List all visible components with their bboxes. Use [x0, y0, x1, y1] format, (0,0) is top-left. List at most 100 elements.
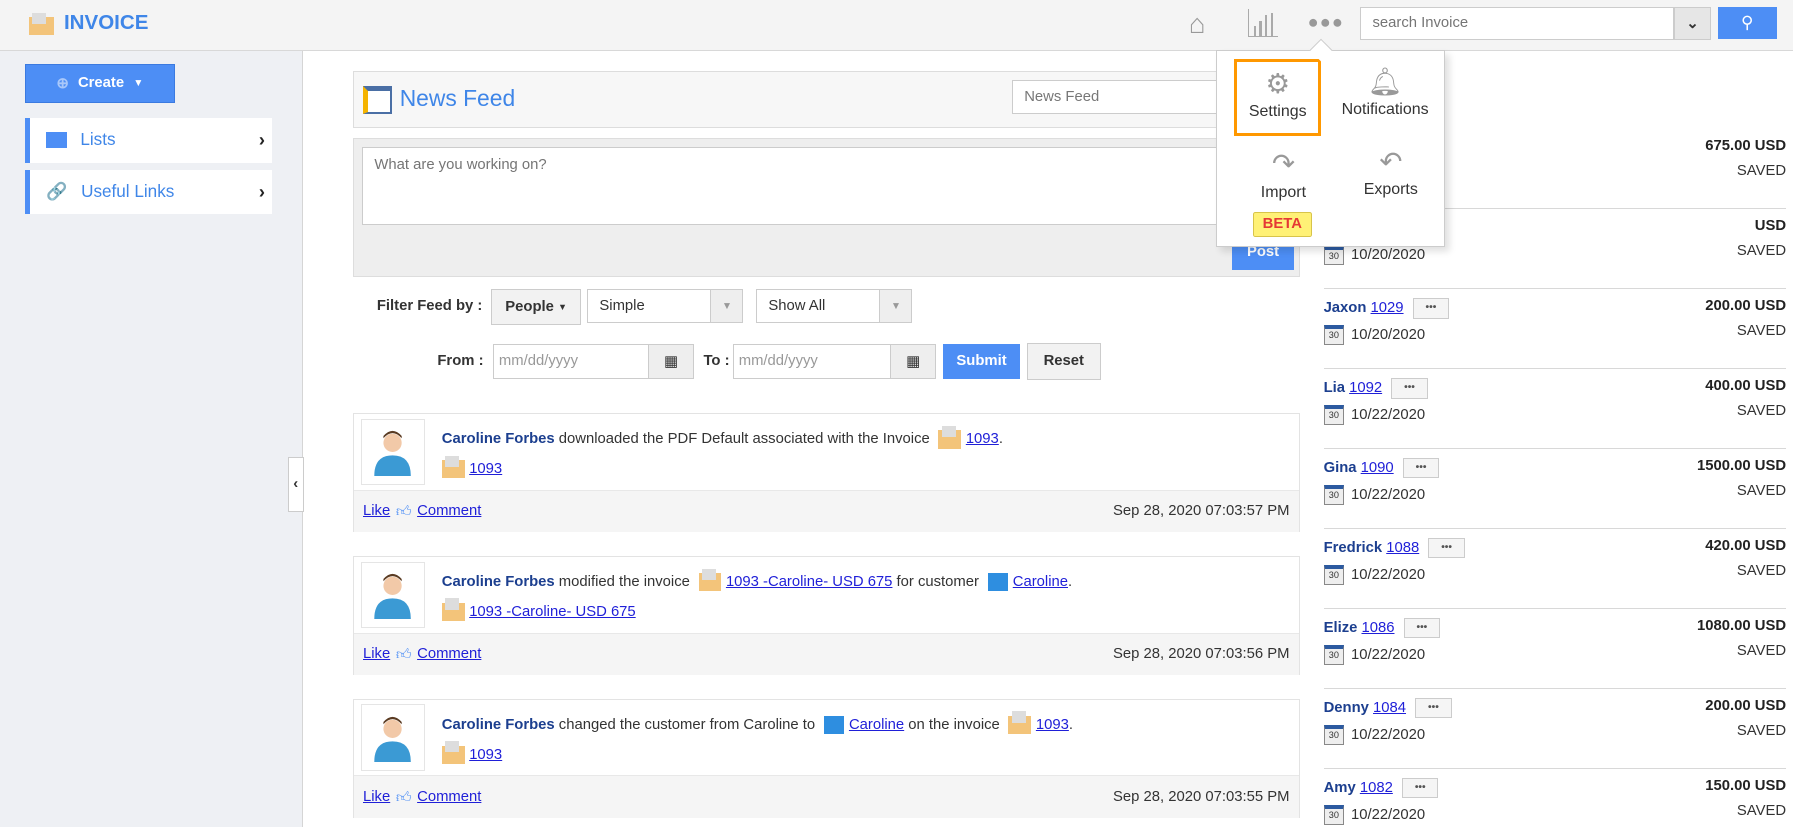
feed-sub-link[interactable]: 1093 — [469, 747, 502, 763]
invoice-number-link[interactable]: 1029 — [1371, 300, 1404, 316]
search-input[interactable] — [1361, 7, 1624, 39]
invoice-row[interactable]: Elize 1086 ••• 30 10/22/2020 1080.00 USD S… — [1323, 609, 1787, 689]
import-arrow-icon: ↷ — [1271, 147, 1295, 179]
collapse-sidebar-button[interactable]: ‹ — [287, 456, 304, 512]
calendar-icon: 30 — [1323, 725, 1345, 745]
invoice-number-link[interactable]: 1082 — [1360, 780, 1393, 796]
feed-sub-link[interactable]: 1093 — [469, 461, 502, 477]
search-dropdown-button[interactable]: ⌄ — [1674, 6, 1711, 40]
invoice-number-link[interactable]: 1092 — [1349, 380, 1382, 396]
notifications-label: Notifications — [1341, 101, 1429, 119]
comment-link[interactable]: Comment — [417, 646, 481, 662]
invoice-status: SAVED — [1736, 562, 1787, 579]
type-select-value: Simple — [599, 298, 645, 315]
feed-link[interactable]: 1093 — [966, 431, 999, 447]
invoice-row[interactable]: Lia 1092 ••• 30 10/22/2020 400.00 USD SAVE… — [1323, 369, 1787, 449]
invoice-actions-button[interactable]: ••• — [1401, 777, 1439, 799]
calendar-icon[interactable]: ▦ — [889, 344, 936, 379]
invoice-icon — [441, 598, 465, 622]
exports-label: Exports — [1363, 181, 1418, 199]
sidebar-item-label: Lists — [80, 130, 116, 150]
people-filter-button[interactable]: People ▼ — [491, 288, 582, 326]
from-date-placeholder: mm/dd/yyyy — [498, 353, 578, 370]
feed-user-name[interactable]: Caroline Forbes — [442, 717, 555, 733]
feed-text: on the invoice — [904, 716, 1004, 733]
feed-link[interactable]: 1093 -Caroline- USD 675 — [726, 574, 893, 590]
invoice-amount: 400.00 USD — [1705, 377, 1787, 394]
feed-sub-link[interactable]: 1093 -Caroline- USD 675 — [469, 604, 636, 620]
type-select[interactable]: Simple ▼ — [586, 288, 744, 324]
invoice-actions-button[interactable]: ••• — [1391, 377, 1428, 399]
invoice-amount: 1500.00 USD — [1697, 457, 1787, 474]
invoice-row[interactable]: Jaxon 1029 ••• 30 10/20/2020 200.00 USD SA… — [1323, 289, 1787, 369]
submit-button[interactable]: Submit — [943, 343, 1020, 380]
invoice-amount: USD — [1754, 218, 1787, 235]
import-menu-item[interactable]: ↷ Import — [1240, 145, 1327, 202]
invoice-customer: Jaxon — [1323, 300, 1367, 317]
feed-link[interactable]: Caroline — [1013, 574, 1068, 590]
invoice-status: SAVED — [1736, 163, 1787, 180]
feed-link[interactable]: 1093 — [1036, 717, 1069, 733]
comment-link[interactable]: Comment — [417, 503, 481, 519]
invoice-customer: Denny — [1323, 699, 1369, 716]
notifications-menu-item[interactable]: 🔔︎ Notifications — [1336, 63, 1434, 120]
search-button[interactable]: ⚲ — [1717, 6, 1777, 39]
more-menu-popup: ⚙ Settings 🔔︎ Notifications ↷ Import BETA ↶… — [1216, 50, 1445, 247]
calendar-icon[interactable]: ▦ — [647, 344, 694, 379]
feed-user-name[interactable]: Caroline Forbes — [442, 574, 555, 590]
invoice-actions-button[interactable]: ••• — [1415, 697, 1452, 719]
chart-icon[interactable] — [1248, 9, 1278, 37]
invoice-row[interactable]: Amy 1082 ••• 30 10/22/2020 150.00 USD SAVE… — [1323, 769, 1786, 827]
reset-button[interactable]: Reset — [1026, 342, 1101, 381]
invoice-number-link[interactable]: 1086 — [1361, 620, 1394, 636]
feed-text: modified the invoice — [554, 574, 694, 591]
invoice-logo-icon — [28, 10, 56, 36]
invoice-row[interactable]: Fredrick 1088 ••• 30 10/22/2020 420.00 USD… — [1323, 529, 1787, 609]
comment-link[interactable]: Comment — [417, 789, 481, 805]
home-icon[interactable]: ⌂ — [1189, 8, 1206, 40]
to-date-input[interactable]: mm/dd/yyyy ▦ — [733, 343, 937, 380]
invoice-row[interactable]: Gina 1090 ••• 30 10/22/2020 1500.00 USD SA… — [1323, 449, 1787, 529]
calendar-icon: 30 — [1323, 805, 1345, 825]
customer-icon — [823, 715, 845, 735]
invoice-date: 10/20/2020 — [1350, 247, 1426, 264]
create-button[interactable]: ⊕ Create ▼ — [25, 63, 175, 103]
show-select[interactable]: Show All ▼ — [756, 288, 913, 324]
like-link[interactable]: Like — [363, 503, 390, 519]
like-link[interactable]: Like — [363, 646, 390, 662]
feed-view-select[interactable]: News Feed — [1011, 79, 1229, 115]
feed-link[interactable]: Caroline — [849, 717, 904, 733]
feed-user-name[interactable]: Caroline Forbes — [442, 431, 555, 447]
news-feed-icon — [363, 85, 392, 115]
invoice-actions-button[interactable]: ••• — [1412, 298, 1450, 319]
invoice-number-link[interactable]: 1088 — [1386, 540, 1419, 556]
invoice-status: SAVED — [1736, 483, 1787, 500]
like-link[interactable]: Like — [363, 789, 390, 805]
exports-menu-item[interactable]: ↶ Exports — [1347, 143, 1434, 200]
settings-menu-item[interactable]: ⚙ Settings — [1234, 59, 1322, 136]
caret-down-icon: ▼ — [558, 302, 568, 313]
caret-down-icon: ▼ — [133, 77, 144, 89]
invoice-customer: Gina — [1323, 460, 1357, 477]
invoice-date: 10/22/2020 — [1350, 566, 1426, 583]
sidebar-item-lists[interactable]: Lists › — [25, 117, 272, 164]
invoice-number-link[interactable]: 1084 — [1373, 700, 1406, 716]
invoice-actions-button[interactable]: ••• — [1402, 457, 1440, 479]
invoice-actions-button[interactable]: ••• — [1403, 617, 1441, 639]
sidebar-item-label: Useful Links — [81, 181, 175, 201]
people-label: People — [505, 299, 554, 316]
invoice-amount: 420.00 USD — [1705, 537, 1787, 554]
invoice-row[interactable]: Denny 1084 ••• 30 10/22/2020 200.00 USD SA… — [1323, 689, 1787, 769]
customer-icon — [987, 573, 1009, 592]
calendar-icon: 30 — [1323, 245, 1345, 265]
invoice-number-link[interactable]: 1090 — [1361, 460, 1394, 476]
invoice-date: 10/22/2020 — [1350, 407, 1426, 424]
more-icon[interactable]: ●●● — [1308, 11, 1345, 33]
composer-input[interactable] — [362, 147, 1294, 225]
sidebar-item-useful-links[interactable]: 🔗 Useful Links › — [25, 170, 272, 214]
export-arrow-icon: ↶ — [1379, 145, 1403, 177]
invoice-customer: Lia — [1323, 380, 1345, 397]
calendar-icon: 30 — [1323, 645, 1345, 665]
invoice-actions-button[interactable]: ••• — [1428, 537, 1465, 559]
from-date-input[interactable]: mm/dd/yyyy ▦ — [493, 343, 695, 380]
